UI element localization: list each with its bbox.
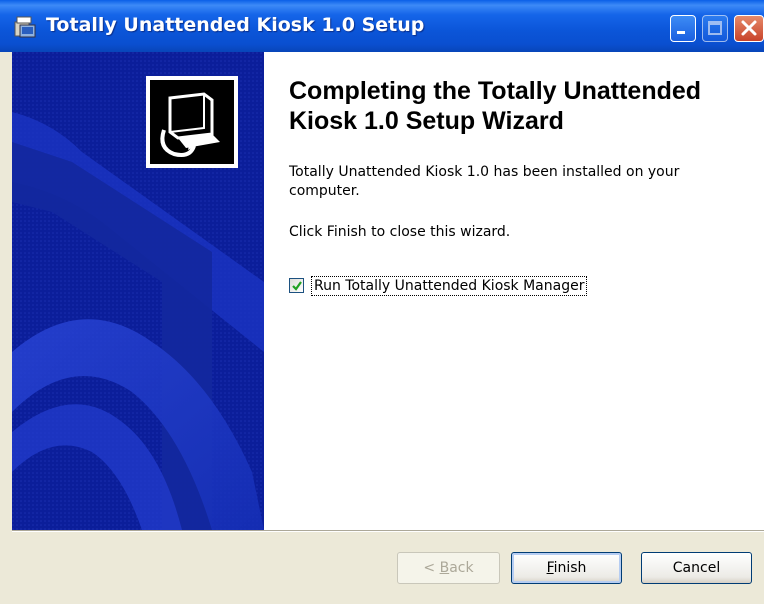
finish-rest: inish: [553, 560, 587, 576]
finish-instruction: Click Finish to close this wizard.: [289, 224, 511, 240]
installer-logo: [146, 76, 238, 168]
run-manager-label[interactable]: Run Totally Unattended Kiosk Manager: [311, 276, 588, 296]
window-title: Totally Unattended Kiosk 1.0 Setup: [46, 14, 425, 36]
minimize-button[interactable]: [670, 15, 696, 42]
minimize-icon: [677, 31, 685, 34]
back-prefix: <: [423, 560, 440, 576]
installer-computer-icon: [160, 92, 220, 157]
maximize-button: [702, 15, 728, 42]
close-icon: [741, 20, 757, 36]
maximize-icon: [708, 21, 722, 35]
finish-button[interactable]: Finish: [511, 552, 622, 584]
run-manager-checkbox[interactable]: [289, 278, 304, 293]
close-button[interactable]: [734, 15, 764, 42]
cancel-button[interactable]: Cancel: [641, 552, 752, 584]
page-title: Completing the Totally Unattended Kiosk …: [289, 77, 702, 135]
button-bar-divider: [12, 530, 764, 532]
setup-window: Totally Unattended Kiosk 1.0 Setup Compl…: [0, 0, 764, 604]
title-bar[interactable]: Totally Unattended Kiosk 1.0 Setup: [0, 0, 764, 52]
setup-app-icon: [12, 14, 38, 40]
back-mnemonic: B: [439, 560, 450, 576]
install-complete-message: Totally Unattended Kiosk 1.0 has been in…: [289, 164, 680, 199]
window-frame-left: [0, 52, 12, 604]
checkmark-icon: [292, 281, 302, 291]
back-button[interactable]: < Back: [397, 552, 500, 584]
finish-mnemonic: F: [546, 560, 554, 576]
back-rest: ack: [449, 560, 474, 576]
